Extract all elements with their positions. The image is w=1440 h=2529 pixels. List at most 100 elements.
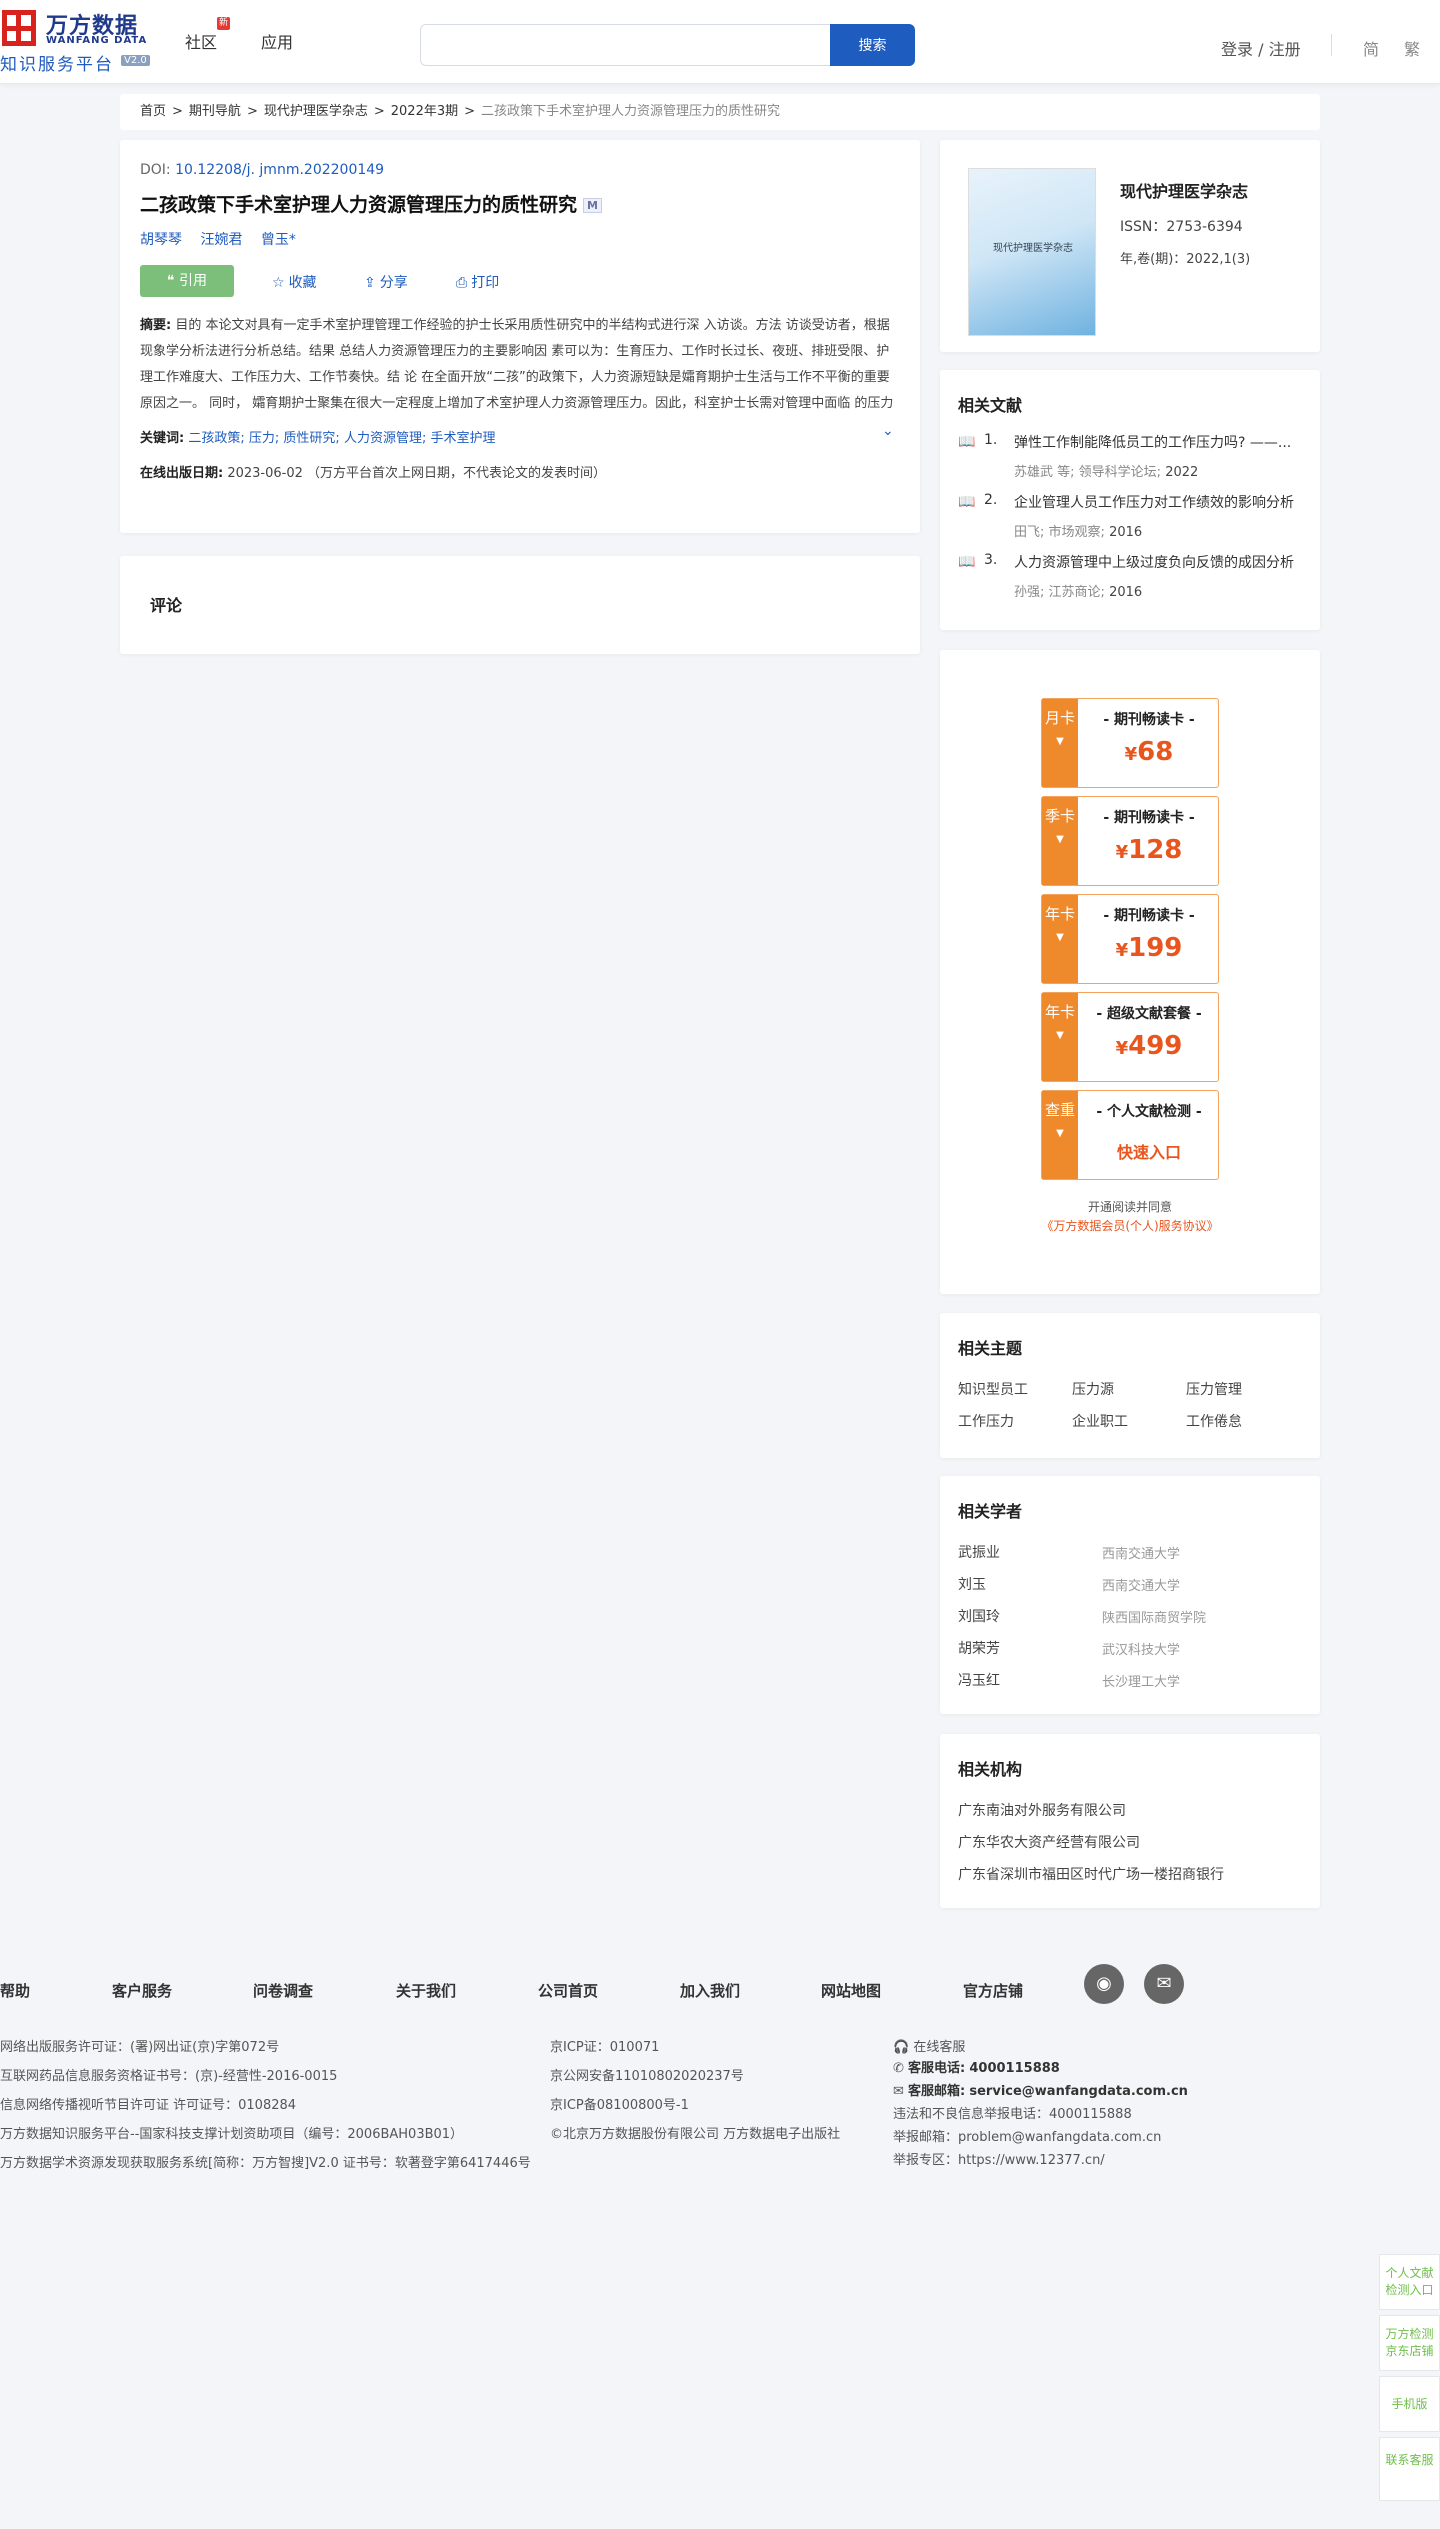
- side-jd-store-link[interactable]: 万方检测京东店铺: [1379, 2315, 1440, 2371]
- doc-number: 1.: [984, 432, 998, 448]
- email-value[interactable]: service@wanfangdata.com.cn: [969, 2084, 1188, 2099]
- plagiarism-check-offer[interactable]: 查重 ▼ - 个人文献检测 - 快速入口: [1041, 1090, 1219, 1180]
- topic-link[interactable]: 知识型员工: [958, 1379, 1028, 1399]
- chevron-double-down-icon[interactable]: ⌄: [882, 423, 894, 439]
- wechat-icon[interactable]: ✉: [1144, 1964, 1184, 2004]
- m-badge-icon: M: [583, 198, 602, 213]
- keyword-link[interactable]: 质性研究;: [283, 431, 339, 446]
- doc-title-link[interactable]: 企业管理人员工作压力对工作绩效的影响分析: [1014, 492, 1314, 512]
- org-link[interactable]: 广东南油对外服务有限公司: [958, 1800, 1126, 1820]
- share-label: 分享: [379, 275, 408, 291]
- search-button[interactable]: 搜索: [830, 24, 915, 66]
- scholar-name[interactable]: 刘国玲: [958, 1606, 1000, 1626]
- super-package-offer[interactable]: 年卡 ▼ - 超级文献套餐 - ¥499: [1041, 992, 1219, 1082]
- lang-simplified[interactable]: 简: [1363, 36, 1379, 60]
- author-link[interactable]: 胡琴琴: [140, 232, 182, 248]
- footer-join-link[interactable]: 加入我们: [680, 1980, 740, 2001]
- star-icon: ☆: [272, 275, 285, 291]
- offer-price: ¥128: [1078, 835, 1220, 865]
- doi-link[interactable]: 10.12208/j. jmnm.202200149: [175, 162, 384, 178]
- breadcrumb-journal-nav[interactable]: 期刊导航: [189, 104, 241, 119]
- footer-store-link[interactable]: 官方店铺: [963, 1980, 1023, 2001]
- keyword-link[interactable]: 手术室护理: [430, 431, 495, 446]
- lang-traditional[interactable]: 繁: [1404, 36, 1420, 60]
- author-link[interactable]: 汪婉君: [200, 232, 242, 248]
- footer-sitemap-link[interactable]: 网站地图: [821, 1980, 881, 2001]
- journal-issn: ISSN：2753-6394: [1120, 219, 1243, 235]
- price-value: 128: [1128, 835, 1183, 865]
- favorite-button[interactable]: ☆ 收藏: [272, 272, 317, 292]
- book-icon: 📖: [958, 494, 976, 510]
- keyword-link[interactable]: 二孩政策;: [188, 431, 244, 446]
- cite-button[interactable]: ❝ 引用: [140, 265, 234, 297]
- article-actions: ❝ 引用 ☆ 收藏 ⇪ 分享 ⎙ 打印: [140, 265, 900, 297]
- doc-meta: 田飞; 市场观察; 2016: [1014, 521, 1142, 540]
- topic-link[interactable]: 工作倦怠: [1186, 1411, 1242, 1431]
- quick-entry-link[interactable]: 快速入口: [1078, 1139, 1220, 1163]
- quarterly-card-offer[interactable]: 季卡 ▼ - 期刊畅读卡 - ¥128: [1041, 796, 1219, 886]
- author-list: 胡琴琴 汪婉君 曾玉*: [140, 229, 900, 249]
- org-link[interactable]: 广东省深圳市福田区时代广场一楼招商银行: [958, 1864, 1224, 1884]
- journal-name[interactable]: 现代护理医学杂志: [1120, 178, 1248, 202]
- keyword-link[interactable]: 压力;: [249, 431, 279, 446]
- keyword-link[interactable]: 人力资源管理;: [344, 431, 426, 446]
- topic-link[interactable]: 压力源: [1072, 1379, 1114, 1399]
- author-link[interactable]: 曾玉*: [261, 232, 296, 248]
- doc-authors: 田飞;: [1014, 525, 1045, 540]
- breadcrumb-home[interactable]: 首页: [140, 104, 166, 119]
- wanfang-logo[interactable]: 万方数据 WANFANG DATA 知识服务平台 V2.0: [0, 6, 155, 75]
- topic-link[interactable]: 工作压力: [958, 1411, 1014, 1431]
- journal-card: 现代护理医学杂志 现代护理医学杂志 ISSN：2753-6394 年,卷(期)：…: [940, 140, 1320, 352]
- side-doc-check-link[interactable]: 个人文献检测入口: [1379, 2254, 1440, 2310]
- monthly-card-offer[interactable]: 月卡 ▼ - 期刊畅读卡 - ¥68: [1041, 698, 1219, 788]
- side-contact-service-link[interactable]: 联系客服: [1379, 2437, 1440, 2501]
- org-link[interactable]: 广东华农大资产经营有限公司: [958, 1832, 1140, 1852]
- search-input[interactable]: [420, 24, 830, 66]
- nav-apps[interactable]: 应用: [261, 29, 293, 53]
- offer-price: ¥68: [1078, 737, 1220, 767]
- footer-help-link[interactable]: 帮助: [0, 1980, 30, 2001]
- doc-title-link[interactable]: 弹性工作制能降低员工的工作压力吗? ——...: [1014, 432, 1314, 452]
- breadcrumb-current: 二孩政策下手术室护理人力资源管理压力的质性研究: [481, 104, 781, 119]
- logo-english: WANFANG DATA: [46, 35, 148, 46]
- footer-about-link[interactable]: 关于我们: [396, 1980, 456, 2001]
- license-text: 互联网药品信息服务资格证书号：(京)-经营性-2016-0015: [0, 2069, 338, 2084]
- icp-text[interactable]: 京ICP证：010071: [550, 2036, 659, 2055]
- related-doc-item: 📖 3. 人力资源管理中上级过度负向反馈的成因分析 孙强; 江苏商论; 2016: [958, 552, 1302, 600]
- nav-community[interactable]: 社区: [185, 29, 217, 53]
- doc-number: 3.: [984, 552, 998, 568]
- report-zone-link[interactable]: 举报专区：https://www.12377.cn/: [893, 2149, 1105, 2168]
- annual-card-offer[interactable]: 年卡 ▼ - 期刊畅读卡 - ¥199: [1041, 894, 1219, 984]
- topic-link[interactable]: 企业职工: [1072, 1411, 1128, 1431]
- online-service-label: 在线客服: [913, 2040, 966, 2055]
- side-mobile-link[interactable]: 手机版: [1379, 2376, 1440, 2432]
- scholar-name[interactable]: 武振业: [958, 1542, 1000, 1562]
- icp-text[interactable]: 京ICP备08100800号-1: [550, 2094, 689, 2113]
- agreement-link[interactable]: 《万方数据会员(个人)服务协议》: [940, 1217, 1320, 1234]
- weibo-icon[interactable]: ◉: [1084, 1964, 1124, 2004]
- share-button[interactable]: ⇪ 分享: [364, 272, 408, 292]
- login-register-link[interactable]: 登录 / 注册: [1221, 36, 1301, 60]
- online-service-link[interactable]: 🎧 在线客服: [893, 2036, 965, 2055]
- icp-text[interactable]: 京公网安备11010802020237号: [550, 2065, 744, 2084]
- scholar-name[interactable]: 胡荣芳: [958, 1638, 1000, 1658]
- scholar-name[interactable]: 刘玉: [958, 1574, 986, 1594]
- footer-service-link[interactable]: 客户服务: [112, 1980, 172, 2001]
- copyright-text: ©北京万方数据股份有限公司 万方数据电子出版社: [550, 2127, 841, 2142]
- currency: ¥: [1115, 940, 1129, 961]
- abstract-label: 摘要:: [140, 318, 172, 333]
- print-button[interactable]: ⎙ 打印: [456, 272, 499, 292]
- scholar-org: 西南交通大学: [1102, 1547, 1181, 1562]
- breadcrumb-journal[interactable]: 现代护理医学杂志: [264, 104, 368, 119]
- offer-price: ¥199: [1078, 933, 1220, 963]
- footer-company-link[interactable]: 公司首页: [538, 1980, 598, 2001]
- footer-survey-link[interactable]: 问卷调查: [253, 1980, 313, 2001]
- breadcrumb-issue[interactable]: 2022年3期: [391, 104, 458, 119]
- scholar-name[interactable]: 冯玉红: [958, 1670, 1000, 1690]
- journal-cover[interactable]: 现代护理医学杂志: [968, 168, 1096, 336]
- breadcrumb: 首页 > 期刊导航 > 现代护理医学杂志 >2022年3期 > 二孩政策下手术室护理人力资源管…: [120, 94, 1320, 130]
- book-icon: 📖: [958, 554, 976, 570]
- topic-link[interactable]: 压力管理: [1186, 1379, 1242, 1399]
- doc-title-link[interactable]: 人力资源管理中上级过度负向反馈的成因分析: [1014, 552, 1314, 572]
- offer-price: ¥499: [1078, 1031, 1220, 1061]
